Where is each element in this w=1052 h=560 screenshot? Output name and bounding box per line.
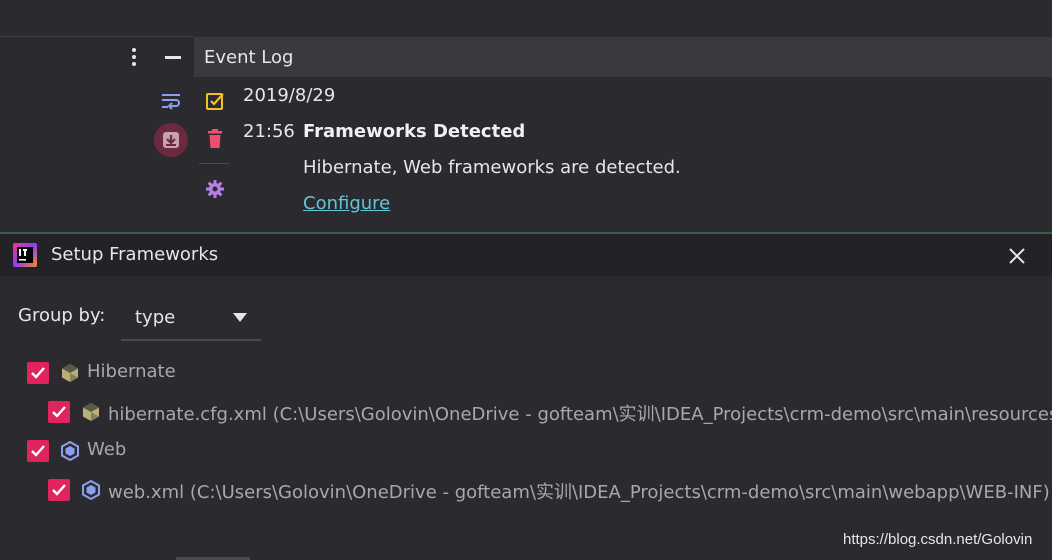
- minimize-icon[interactable]: [164, 50, 182, 66]
- event-log-title: Event Log: [204, 46, 294, 68]
- hibernate-icon: [81, 402, 101, 422]
- event-message: Hibernate, Web frameworks are detected.: [303, 157, 681, 178]
- gear-icon[interactable]: [203, 177, 227, 201]
- event-title: Frameworks Detected: [303, 121, 526, 142]
- web-icon: [60, 440, 80, 462]
- intellij-logo-icon: [13, 243, 37, 267]
- configure-link[interactable]: Configure: [303, 193, 390, 214]
- close-icon[interactable]: [1005, 244, 1029, 268]
- more-options-icon[interactable]: [126, 46, 142, 68]
- group-by-label: Group by:: [18, 305, 106, 326]
- watermark: https://blog.csdn.net/Golovin: [843, 531, 1033, 548]
- hibernate-cfg-checkbox[interactable]: [48, 401, 70, 423]
- tree-item-hibernate[interactable]: Hibernate: [87, 361, 176, 382]
- hibernate-checkbox[interactable]: [27, 362, 49, 384]
- event-date: 2019/8/29: [243, 85, 336, 106]
- toolbar-separator: [199, 163, 229, 164]
- tree-item-hibernate-cfg[interactable]: hibernate.cfg.xml (C:\Users\Golovin\OneD…: [108, 400, 1052, 426]
- soft-wrap-icon[interactable]: [159, 89, 183, 113]
- mark-as-read-icon[interactable]: [203, 89, 227, 113]
- web-checkbox[interactable]: [27, 440, 49, 462]
- scroll-to-end-icon[interactable]: [154, 123, 188, 157]
- tree-item-web[interactable]: Web: [87, 439, 126, 460]
- hibernate-icon: [60, 363, 80, 383]
- chevron-down-icon: [233, 313, 247, 322]
- dialog-title: Setup Frameworks: [51, 244, 219, 265]
- event-time: 21:56: [243, 121, 295, 142]
- trash-icon[interactable]: [203, 127, 227, 151]
- web-icon: [81, 479, 101, 501]
- top-strip: [0, 0, 1052, 36]
- web-xml-checkbox[interactable]: [48, 479, 70, 501]
- group-by-value: type: [135, 307, 176, 328]
- tree-item-web-xml[interactable]: web.xml (C:\Users\Golovin\OneDrive - gof…: [108, 478, 1050, 504]
- group-by-select[interactable]: type: [121, 297, 261, 341]
- event-log-header: Event Log: [194, 37, 1052, 77]
